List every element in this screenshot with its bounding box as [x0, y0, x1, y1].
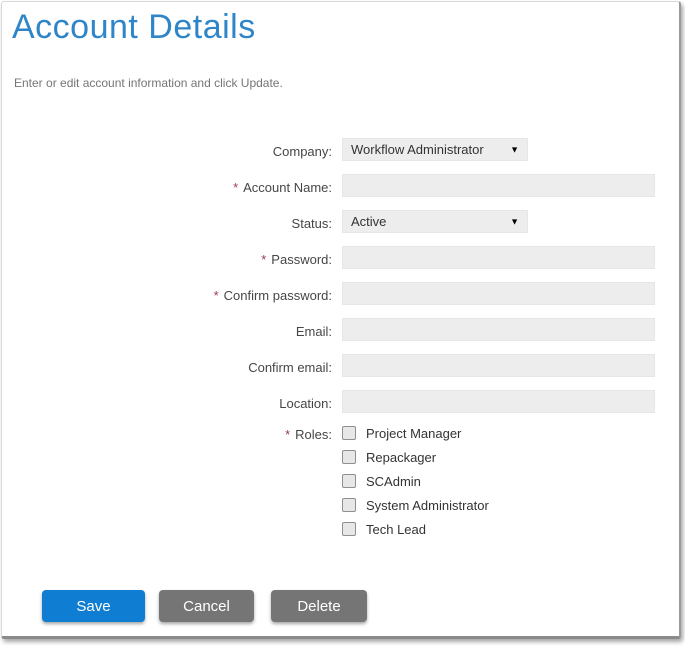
company-select-value: Workflow Administrator — [351, 142, 484, 157]
cancel-button[interactable]: Cancel — [159, 590, 254, 622]
form-row-status: Status: Active ▼ — [2, 210, 679, 233]
required-marker: * — [261, 252, 266, 267]
role-option-tech-lead: Tech Lead — [342, 522, 489, 536]
form-row-email: Email: — [2, 318, 679, 341]
status-select-value: Active — [351, 214, 386, 229]
form-row-confirm-email: Confirm email: — [2, 354, 679, 377]
company-label: Company: — [2, 140, 332, 159]
email-label: Email: — [2, 320, 332, 339]
form-row-location: Location: — [2, 390, 679, 413]
form-row-company: Company: Workflow Administrator ▼ — [2, 138, 679, 161]
checkbox-scadmin[interactable] — [342, 474, 356, 488]
checkbox-label: System Administrator — [366, 498, 489, 513]
form-row-account-name: * Account Name: — [2, 174, 679, 197]
account-form: Company: Workflow Administrator ▼ * Accou… — [2, 138, 679, 559]
email-input[interactable] — [342, 318, 655, 341]
save-button[interactable]: Save — [42, 590, 145, 622]
required-marker: * — [285, 427, 290, 442]
button-bar: Save Cancel Delete — [42, 590, 367, 622]
roles-label-text: Roles: — [295, 427, 332, 442]
location-label: Location: — [2, 392, 332, 411]
required-marker: * — [233, 180, 238, 195]
password-label: * Password: — [2, 248, 332, 267]
account-name-label-text: Account Name: — [243, 180, 332, 195]
roles-label: * Roles: — [2, 426, 332, 442]
status-label: Status: — [2, 212, 332, 231]
roles-checkbox-list: Project Manager Repackager SCAdmin Syste… — [342, 426, 489, 546]
account-name-label: * Account Name: — [2, 176, 332, 195]
confirm-email-input[interactable] — [342, 354, 655, 377]
dropdown-arrow-icon: ▼ — [510, 145, 519, 154]
confirm-password-input[interactable] — [342, 282, 655, 305]
company-label-text: Company: — [273, 144, 332, 159]
page-title: Account Details — [12, 8, 256, 47]
email-label-text: Email: — [296, 324, 332, 339]
checkbox-repackager[interactable] — [342, 450, 356, 464]
confirm-password-label-text: Confirm password: — [224, 288, 332, 303]
confirm-email-label: Confirm email: — [2, 356, 332, 375]
form-row-password: * Password: — [2, 246, 679, 269]
password-label-text: Password: — [271, 252, 332, 267]
location-label-text: Location: — [279, 396, 332, 411]
role-option-repackager: Repackager — [342, 450, 489, 464]
status-select[interactable]: Active ▼ — [342, 210, 528, 233]
checkbox-system-administrator[interactable] — [342, 498, 356, 512]
account-details-panel: Account Details Enter or edit account in… — [1, 1, 681, 639]
delete-button[interactable]: Delete — [271, 590, 367, 622]
dropdown-arrow-icon: ▼ — [510, 217, 519, 226]
checkbox-project-manager[interactable] — [342, 426, 356, 440]
confirm-password-label: * Confirm password: — [2, 284, 332, 303]
checkbox-tech-lead[interactable] — [342, 522, 356, 536]
role-option-scadmin: SCAdmin — [342, 474, 489, 488]
page-subtitle: Enter or edit account information and cl… — [14, 76, 283, 90]
company-select[interactable]: Workflow Administrator ▼ — [342, 138, 528, 161]
form-row-roles: * Roles: Project Manager Repackager SCAdm… — [2, 426, 679, 546]
checkbox-label: Repackager — [366, 450, 436, 465]
confirm-email-label-text: Confirm email: — [248, 360, 332, 375]
required-marker: * — [214, 288, 219, 303]
role-option-project-manager: Project Manager — [342, 426, 489, 440]
form-row-confirm-password: * Confirm password: — [2, 282, 679, 305]
status-label-text: Status: — [292, 216, 332, 231]
checkbox-label: Project Manager — [366, 426, 461, 441]
password-input[interactable] — [342, 246, 655, 269]
role-option-system-administrator: System Administrator — [342, 498, 489, 512]
account-name-input[interactable] — [342, 174, 655, 197]
checkbox-label: Tech Lead — [366, 522, 426, 537]
checkbox-label: SCAdmin — [366, 474, 421, 489]
location-input[interactable] — [342, 390, 655, 413]
